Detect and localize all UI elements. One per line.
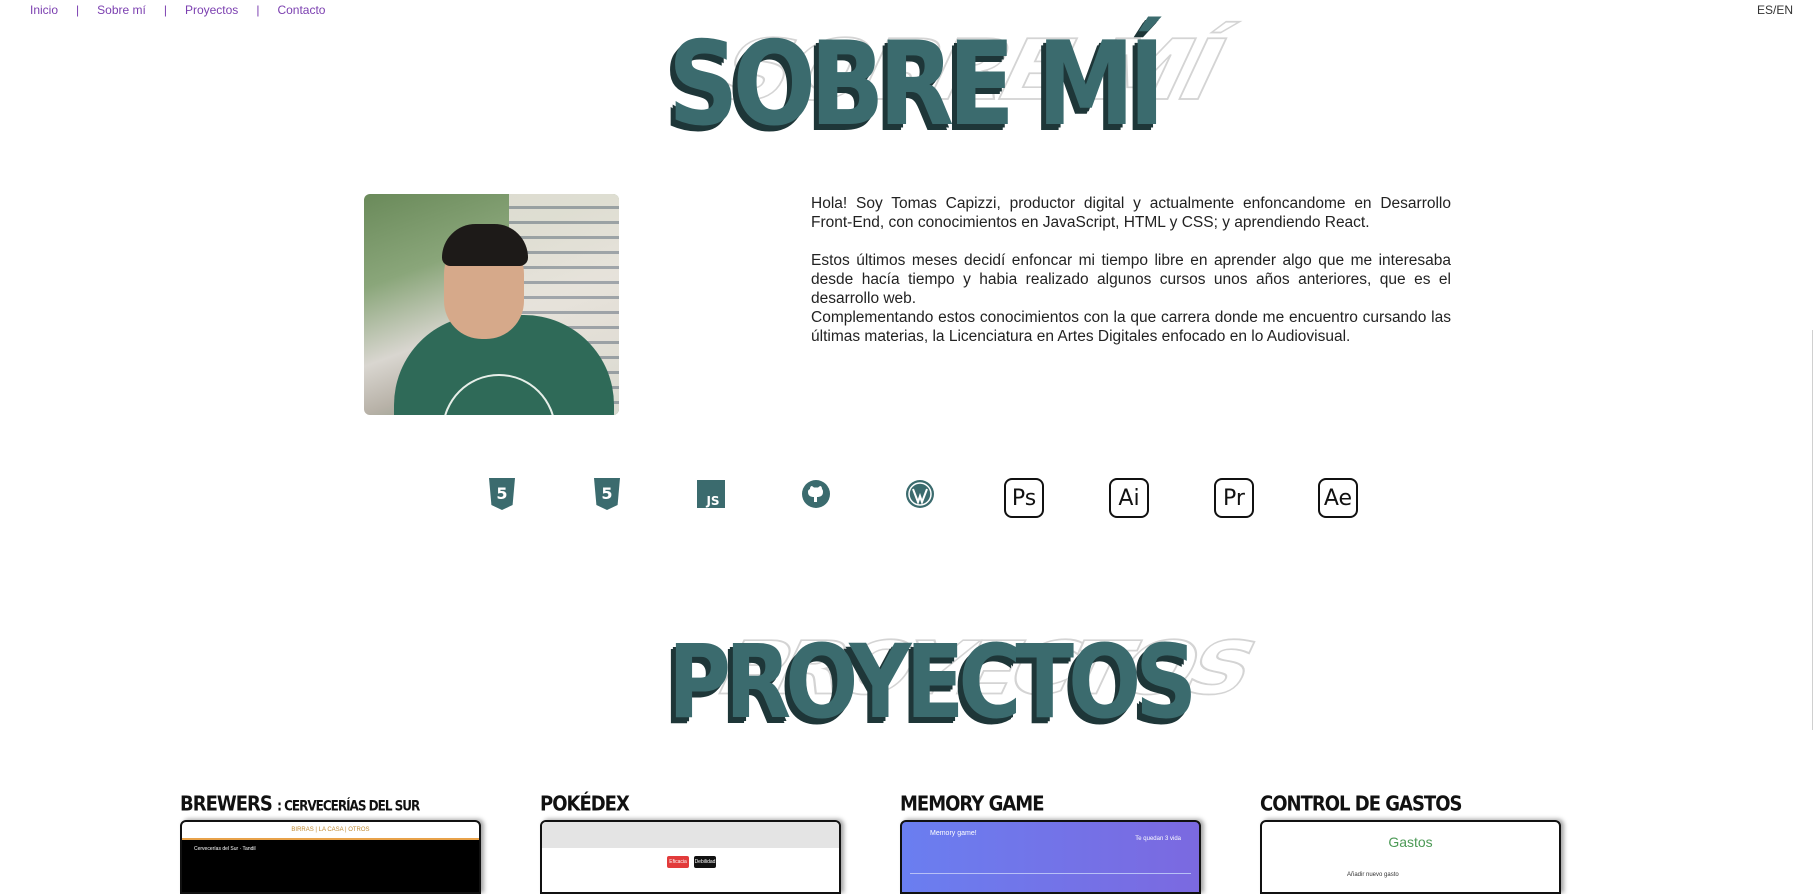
language-toggle[interactable]: ES/EN <box>1757 3 1793 17</box>
project-card-memory-game[interactable]: MEMORY GAME Memory game! Te quedan 3 vid… <box>900 792 1201 894</box>
thumb-button: Debilidad <box>694 856 716 868</box>
html5-label: 5 <box>496 484 507 503</box>
nav-proyectos[interactable]: Proyectos <box>185 3 238 17</box>
photoshop-label: Ps <box>1004 478 1044 518</box>
nav-sobre-mi[interactable]: Sobre mí <box>97 3 146 17</box>
bio-paragraph: Hola! Soy Tomas Capizzi, productor digit… <box>811 195 1451 231</box>
project-thumbnail[interactable]: BIRRAS | LA CASA | OTROS Cervecerías del… <box>180 820 481 894</box>
premiere-label: Pr <box>1214 478 1254 518</box>
photoshop-icon: Ps <box>1004 472 1044 518</box>
nav-contacto[interactable]: Contacto <box>277 3 325 17</box>
about-bio: Hola! Soy Tomas Capizzi, productor digit… <box>811 194 1451 346</box>
nav-separator: | <box>76 3 80 17</box>
skills-row: 5 5 JS Ps Ai Pr Ae <box>474 472 1358 522</box>
nav-separator: | <box>163 3 167 17</box>
project-thumbnail[interactable]: Memory game! Te quedan 3 vida <box>900 820 1201 894</box>
bio-paragraph: Complementando estos conocimientos con l… <box>811 309 1451 345</box>
top-nav: Inicio | Sobre mí | Proyectos | Contacto <box>30 3 325 17</box>
thumb-label: Cervecerías del Sur · Tandil <box>194 846 256 852</box>
project-card-pokedex[interactable]: POKÉDEX Eficacia Debilidad <box>540 792 841 894</box>
project-card-control-gastos[interactable]: CONTROL DE GASTOS Gastos Añadir nuevo ga… <box>1260 792 1561 894</box>
thumb-nav: BIRRAS | LA CASA | OTROS <box>182 822 479 840</box>
illustrator-label: Ai <box>1109 478 1149 518</box>
javascript-label: JS <box>705 494 719 508</box>
project-thumbnail[interactable]: Eficacia Debilidad <box>540 820 841 894</box>
github-icon <box>796 472 836 516</box>
css3-label: 5 <box>601 484 612 503</box>
illustrator-icon: Ai <box>1109 472 1149 518</box>
thumb-title: Memory game! <box>930 830 977 837</box>
about-title: SOBRE MÍ SOBRE MÍ <box>668 22 1238 143</box>
project-card-brewers[interactable]: BREWERS : CERVECERÍAS DEL SUR BIRRAS | L… <box>180 792 481 894</box>
projects-title: PROYECTOS PROYECTOS <box>668 626 1267 734</box>
premiere-icon: Pr <box>1214 472 1254 518</box>
profile-photo <box>364 194 619 415</box>
after-effects-label: Ae <box>1318 478 1358 518</box>
project-title: BREWERS : CERVECERÍAS DEL SUR <box>180 792 420 817</box>
bio-paragraph: Estos últimos meses decidí enfoncar mi t… <box>811 252 1451 307</box>
nav-inicio[interactable]: Inicio <box>30 3 58 17</box>
projects-title-text: PROYECTOS <box>668 624 1197 742</box>
css3-icon: 5 <box>587 472 627 516</box>
thumb-subtitle: Añadir nuevo gasto <box>1347 872 1399 878</box>
after-effects-icon: Ae <box>1318 472 1358 518</box>
about-title-text: SOBRE MÍ <box>668 17 1165 153</box>
thumb-title: Gastos <box>1388 834 1433 850</box>
wordpress-icon <box>900 472 940 516</box>
html5-icon: 5 <box>482 472 522 516</box>
project-title: CONTROL DE GASTOS <box>1260 792 1462 817</box>
javascript-icon: JS <box>691 472 731 516</box>
thumb-button: Eficacia <box>667 856 689 868</box>
project-thumbnail[interactable]: Gastos Añadir nuevo gasto <box>1260 820 1561 894</box>
project-title: POKÉDEX <box>540 792 630 817</box>
nav-separator: | <box>256 3 260 17</box>
thumb-lives: Te quedan 3 vida <box>1135 836 1181 842</box>
project-title: MEMORY GAME <box>900 792 1045 817</box>
